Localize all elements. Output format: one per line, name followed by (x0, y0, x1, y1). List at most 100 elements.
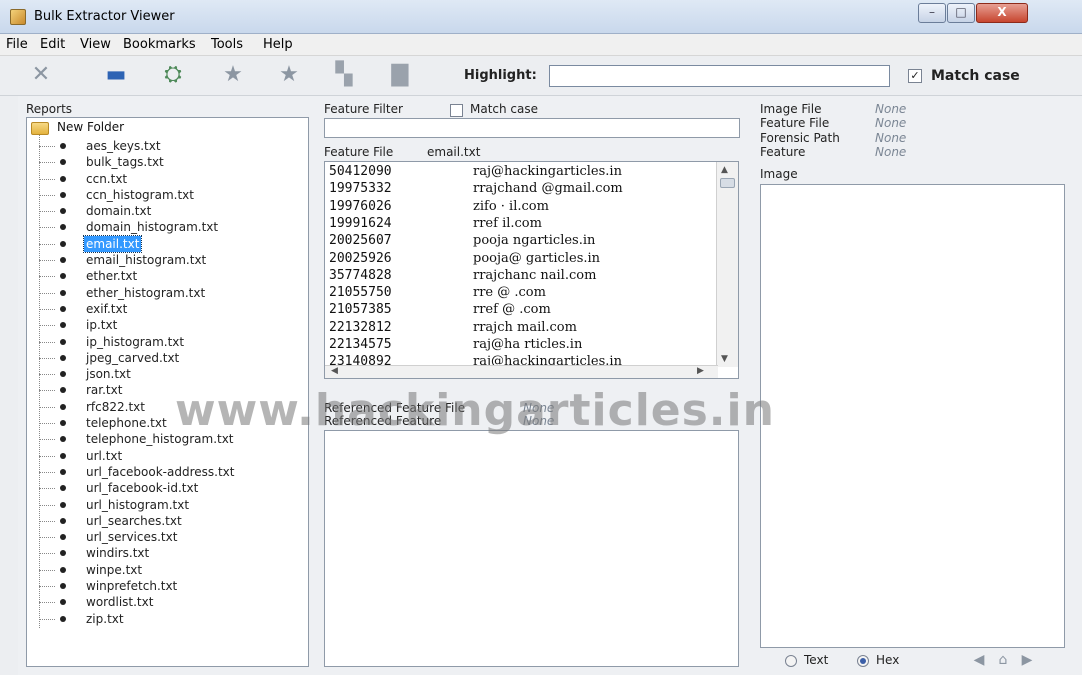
highlight-match-case-checkbox[interactable]: ✓ (908, 69, 922, 83)
tree-branch (39, 586, 55, 588)
file-bullet-icon (60, 159, 66, 166)
horizontal-scrollbar[interactable]: ◀ ▶ (325, 365, 718, 378)
report-item[interactable]: telephone.txt (27, 415, 308, 431)
report-item[interactable]: domain.txt (27, 203, 308, 219)
tree-branch (39, 194, 55, 196)
feature-filter-input[interactable] (324, 118, 740, 138)
scroll-left-icon[interactable]: ◀ (331, 366, 338, 376)
report-item[interactable]: url_facebook-address.txt (27, 464, 308, 480)
table-row[interactable]: 21055750 rre @ .com (325, 285, 715, 303)
tree-branch (39, 488, 55, 490)
file-bullet-icon (60, 468, 66, 475)
menu-file[interactable]: File (6, 37, 28, 52)
report-item-label: zip.txt (86, 611, 124, 626)
report-item[interactable]: windirs.txt (27, 545, 308, 561)
report-item[interactable]: exif.txt (27, 301, 308, 317)
file-bullet-icon (60, 452, 66, 459)
report-item[interactable]: winpe.txt (27, 562, 308, 578)
report-list: aes_keys.txt bulk_tags.txt ccn.txt ccn_hist… (27, 138, 308, 627)
menu-tools[interactable]: Tools (211, 37, 243, 52)
report-item[interactable]: zip.txt (27, 611, 308, 627)
report-item[interactable]: ether_histogram.txt (27, 285, 308, 301)
file-bullet-icon (60, 615, 66, 622)
report-item[interactable]: url.txt (27, 448, 308, 464)
report-item[interactable]: winprefetch.txt (27, 578, 308, 594)
scroll-thumb[interactable] (720, 178, 735, 188)
back-arrow-icon[interactable]: ◀ (968, 652, 990, 668)
close-button[interactable]: X (976, 3, 1028, 23)
menu-view[interactable]: View (80, 37, 111, 52)
close-report-icon[interactable]: ✕ (28, 63, 54, 87)
report-item[interactable]: json.txt (27, 366, 308, 382)
feature-table[interactable]: 50412090 raj@hackingarticles.in 19975332 rr… (324, 161, 739, 379)
bookmark-star-icon[interactable]: ★ (220, 63, 246, 87)
report-item[interactable]: ip_histogram.txt (27, 334, 308, 350)
save-icon[interactable]: ▬ (103, 63, 129, 87)
open-icon[interactable]: ⛭ (160, 63, 186, 87)
tree-branch (39, 520, 55, 522)
minimize-button[interactable]: – (918, 3, 946, 23)
table-row[interactable]: 19975332 rrajchand @gmail.com (325, 181, 715, 199)
forward-arrow-icon[interactable]: ▶ (1016, 652, 1038, 668)
scroll-up-icon[interactable]: ▲ (721, 165, 728, 175)
table-row[interactable]: 22134575 raj@ha rticles.in (325, 337, 715, 355)
report-item[interactable]: ccn.txt (27, 171, 308, 187)
table-row[interactable]: 22132812 rrajch mail.com (325, 320, 715, 338)
report-item[interactable]: ether.txt (27, 268, 308, 284)
referenced-feature-area[interactable] (324, 430, 739, 667)
image-file-row: Image File None (760, 102, 906, 116)
file-bullet-icon (60, 305, 66, 312)
menu-help[interactable]: Help (263, 37, 293, 52)
menu-edit[interactable]: Edit (40, 37, 65, 52)
table-row[interactable]: 20025926 pooja@ garticles.in (325, 251, 715, 269)
report-item[interactable]: email_histogram.txt (27, 252, 308, 268)
feature-offset: 19975332 (329, 181, 392, 197)
tree-branch (39, 227, 55, 229)
report-item[interactable]: url_services.txt (27, 529, 308, 545)
feature-filter-match-case-checkbox[interactable] (450, 104, 463, 117)
home-icon[interactable]: ⌂ (992, 652, 1014, 668)
vertical-scrollbar[interactable]: ▲ ▼ (716, 162, 738, 367)
scroll-down-icon[interactable]: ▼ (721, 354, 728, 364)
table-row[interactable]: 20025607 pooja ngarticles.in (325, 233, 715, 251)
report-item[interactable]: url_facebook-id.txt (27, 480, 308, 496)
hex-mode-radio[interactable] (857, 655, 869, 667)
highlight-input[interactable] (549, 65, 890, 87)
scroll-right-icon[interactable]: ▶ (697, 366, 704, 376)
report-item[interactable]: bulk_tags.txt (27, 154, 308, 170)
file-bullet-icon (60, 420, 66, 427)
file-bullet-icon (60, 485, 66, 492)
text-mode-radio[interactable] (785, 655, 797, 667)
image-view[interactable] (760, 184, 1065, 648)
bookmark-star-icon[interactable]: ★ (276, 63, 302, 87)
feature-file-info-value: None (875, 116, 907, 130)
maximize-button[interactable]: □ (947, 3, 975, 23)
report-item[interactable]: url_searches.txt (27, 513, 308, 529)
table-row[interactable]: 21057385 rref @ .com (325, 302, 715, 320)
report-item[interactable]: wordlist.txt (27, 594, 308, 610)
report-item-label: ip_histogram.txt (86, 334, 185, 349)
file-bullet-icon (60, 208, 66, 215)
report-item[interactable]: ip.txt (27, 317, 308, 333)
report-item[interactable]: telephone_histogram.txt (27, 431, 308, 447)
print-icon[interactable]: ▇ (387, 63, 413, 87)
report-item[interactable]: jpeg_carved.txt (27, 350, 308, 366)
forensic-path-row: Forensic Path None (760, 131, 906, 145)
table-row[interactable]: 50412090 raj@hackingarticles.in (325, 164, 715, 182)
report-item[interactable]: domain_histogram.txt (27, 219, 308, 235)
table-row[interactable]: 35774828 rrajchanc nail.com (325, 268, 715, 286)
report-item[interactable]: rfc822.txt (27, 399, 308, 415)
reports-tree[interactable]: New Folder aes_keys.txt bulk_tags.txt ccn.… (26, 117, 309, 667)
menu-bookmarks[interactable]: Bookmarks (123, 37, 196, 52)
feature-value: pooja@ garticles.in (473, 250, 601, 266)
report-item-label: winpe.txt (86, 562, 143, 577)
report-item[interactable]: url_histogram.txt (27, 497, 308, 513)
report-item[interactable]: rar.txt (27, 382, 308, 398)
report-item[interactable]: email.txt (27, 234, 308, 253)
copy-icon[interactable]: ▚ (331, 63, 357, 87)
table-row[interactable]: 19991624 rref il.com (325, 216, 715, 234)
tree-branch (39, 292, 55, 294)
report-item[interactable]: ccn_histogram.txt (27, 187, 308, 203)
report-item[interactable]: aes_keys.txt (27, 138, 308, 154)
table-row[interactable]: 19976026 zifo · il.com (325, 199, 715, 217)
